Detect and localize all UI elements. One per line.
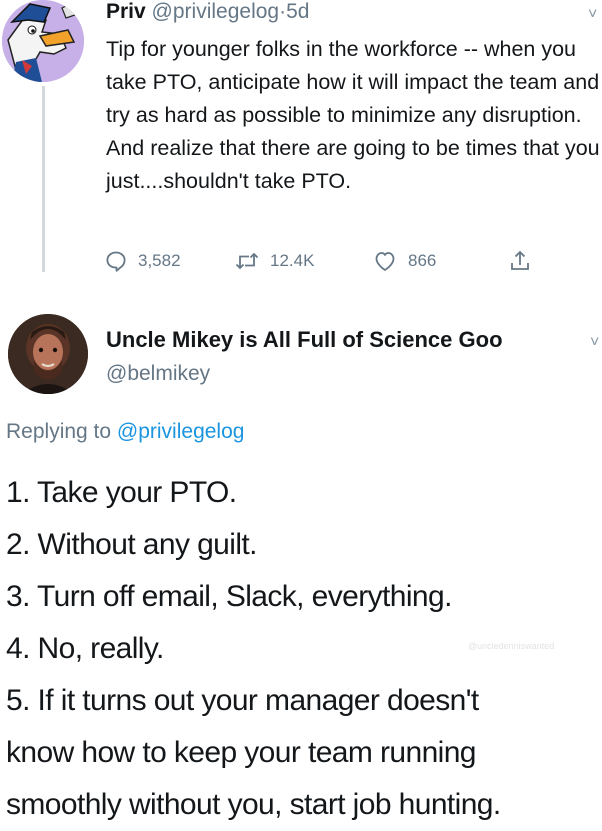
replying-prefix: Replying to [6, 420, 112, 443]
tweet2-display-name[interactable]: Uncle Mikey is All Full of Science Goo [106, 327, 503, 353]
profile-photo-icon [8, 314, 88, 394]
tweet2-line: 3. Turn off email, Slack, everything. [6, 580, 452, 613]
tweet1-display-name[interactable]: Priv [106, 0, 146, 23]
reply-count: 3,582 [138, 251, 181, 270]
retweet-button[interactable]: 12.4K [234, 249, 314, 273]
share-icon [511, 250, 529, 270]
thread-line [42, 86, 45, 272]
replying-mention-link[interactable]: @privilegelog [117, 420, 245, 443]
retweet-count: 12.4K [270, 251, 315, 270]
tweet1-caret-icon[interactable]: ˅ [588, 6, 597, 24]
replying-to: Replying to @privilegelog [6, 420, 244, 444]
tweet1-header: Priv @privilegelog·5d [106, 0, 309, 24]
avatar-belmikey[interactable] [8, 314, 88, 394]
tweet2-line: 1. Take your PTO. [6, 476, 237, 509]
avatar-priv[interactable] [2, 0, 84, 82]
tweet2-caret-icon[interactable]: ˅ [590, 334, 599, 352]
tweet2-line: know how to keep your team running [6, 736, 476, 769]
reply-icon [106, 251, 126, 272]
tweet2-handle[interactable]: @belmikey [106, 362, 210, 386]
tweet2-line: smoothly without you, start job hunting. [6, 788, 501, 821]
retweet-icon [235, 252, 259, 270]
tweet2-line: 2. Without any guilt. [6, 528, 257, 561]
like-icon [375, 252, 395, 271]
like-count: 866 [408, 251, 437, 270]
share-button[interactable] [508, 249, 532, 273]
like-button[interactable]: 866 [372, 249, 436, 273]
tweet2-line: 5. If it turns out your manager doesn't [6, 684, 479, 717]
tweet1-handle[interactable]: @privilegelog [152, 0, 280, 23]
tweet1-timestamp[interactable]: 5d [286, 0, 309, 23]
reply-button[interactable]: 3,582 [104, 249, 181, 273]
duck-cartoon-icon [2, 0, 84, 82]
watermark: @uncledenniswanted [468, 641, 555, 651]
tweet1-text: Tip for younger folks in the workforce -… [106, 37, 600, 193]
